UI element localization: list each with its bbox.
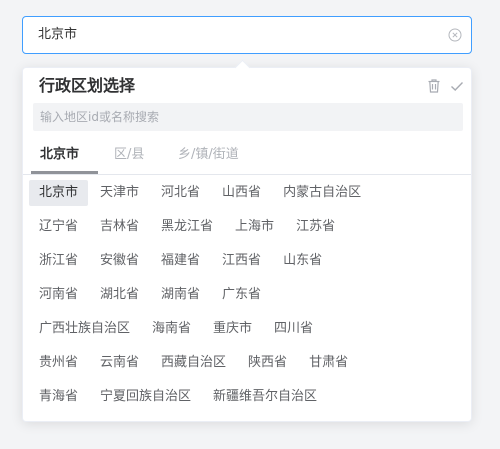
panel-title: 行政区划选择 — [39, 76, 136, 95]
panel-arrow — [234, 59, 251, 76]
region-row: 青海省 宁夏回族自治区 新疆维吾尔自治区 — [29, 384, 465, 418]
active-tab-indicator — [31, 171, 98, 174]
region-item[interactable]: 云南省 — [90, 350, 149, 376]
region-row: 贵州省 云南省 西藏自治区 陕西省 甘肃省 — [29, 350, 465, 384]
region-item[interactable]: 山东省 — [273, 248, 332, 274]
region-row: 辽宁省 吉林省 黑龙江省 上海市 江苏省 — [29, 214, 465, 248]
region-item[interactable]: 内蒙古自治区 — [273, 180, 371, 206]
region-item[interactable]: 北京市 — [29, 180, 89, 206]
region-level-tabs: 北京市 区/县 乡/镇/街道 — [23, 145, 471, 175]
picker-value: 北京市 — [38, 27, 78, 42]
region-item[interactable]: 海南省 — [142, 316, 201, 342]
region-item[interactable]: 河南省 — [29, 282, 88, 308]
region-item[interactable]: 湖北省 — [90, 282, 149, 308]
region-item[interactable]: 新疆维吾尔自治区 — [203, 384, 327, 410]
region-item[interactable]: 黑龙江省 — [151, 214, 223, 240]
region-item[interactable]: 甘肃省 — [299, 350, 358, 376]
region-item[interactable]: 安徽省 — [90, 248, 149, 274]
region-item[interactable]: 江苏省 — [286, 214, 345, 240]
region-item[interactable]: 湖南省 — [151, 282, 210, 308]
region-row: 河南省 湖北省 湖南省 广东省 — [29, 282, 465, 316]
check-icon[interactable] — [449, 78, 465, 94]
region-item[interactable]: 青海省 — [29, 384, 88, 410]
region-item[interactable]: 广西壮族自治区 — [29, 316, 140, 342]
region-item[interactable]: 上海市 — [225, 214, 284, 240]
region-item[interactable]: 贵州省 — [29, 350, 88, 376]
region-item[interactable]: 吉林省 — [90, 214, 149, 240]
region-list: 北京市 天津市 河北省 山西省 内蒙古自治区 辽宁省 吉林省 黑龙江省 上海市 江苏省 浙江省安… — [29, 180, 465, 418]
trash-icon[interactable] — [426, 78, 442, 94]
region-item[interactable]: 江西省 — [212, 248, 271, 274]
region-item[interactable]: 浙江省 — [29, 248, 88, 274]
region-item[interactable]: 山西省 — [212, 180, 271, 206]
tab-street[interactable]: 乡/镇/街道 — [178, 145, 239, 173]
circle-x-icon[interactable] — [448, 28, 462, 42]
region-item[interactable]: 陕西省 — [238, 350, 297, 376]
region-item[interactable]: 四川省 — [264, 316, 323, 342]
region-picker-input[interactable]: 北京市 — [22, 16, 472, 54]
tab-province[interactable]: 北京市 — [40, 145, 79, 173]
region-item[interactable]: 西藏自治区 — [151, 350, 236, 376]
region-row: 北京市 天津市 河北省 山西省 内蒙古自治区 — [29, 180, 465, 214]
region-dropdown-panel: 行政区划选择 北京市 区/县 乡/镇/街道 北京市天津市河北省山西省内蒙古自治区… — [22, 59, 472, 422]
region-item[interactable]: 广东省 — [212, 282, 271, 308]
region-item[interactable]: 福建省 — [151, 248, 210, 274]
region-row: 浙江省 安徽省 福建省 江西省 山东省 — [29, 248, 465, 282]
tab-district[interactable]: 区/县 — [114, 145, 144, 173]
region-row: 广西壮族自治区 海南省 重庆市 四川省 — [29, 316, 465, 350]
region-item[interactable]: 重庆市 — [203, 316, 262, 342]
region-item[interactable]: 天津市 — [90, 180, 149, 206]
region-item[interactable]: 河北省 — [151, 180, 210, 206]
region-item[interactable]: 宁夏回族自治区 — [90, 384, 201, 410]
region-item[interactable]: 辽宁省 — [29, 214, 88, 240]
region-search-input[interactable] — [33, 103, 463, 131]
